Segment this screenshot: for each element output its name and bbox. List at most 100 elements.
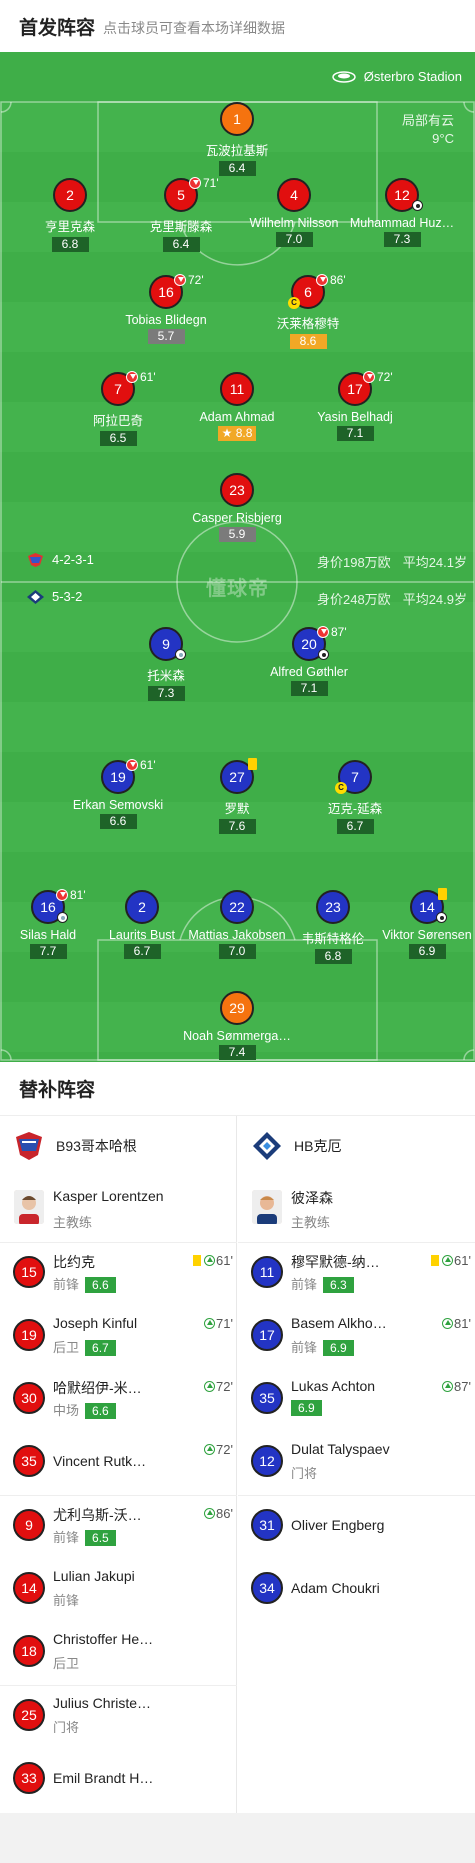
player-rating: 6.8 [51,237,89,252]
bench-player[interactable]: 17 Basem Alkho… 前锋 6.9 81' [238,1306,475,1369]
player-away-9[interactable]: 9 托米森 7.3 [106,627,226,702]
home-team-logo-icon [28,552,43,567]
player-away-27[interactable]: 27 罗默 7.6 [177,760,297,835]
player-away-20[interactable]: 20 Alfred Gøthler 7.1 [249,627,369,697]
sub-time: 72' [216,1379,233,1394]
player-name: 克里斯滕森 [149,220,213,234]
bench-player[interactable]: 12 Dulat Talyspaev 门将 [238,1432,475,1495]
away-team-row[interactable]: HB克厄 [238,1116,475,1176]
away-formation-text: 5-3-2 [52,589,83,604]
sub-marker: 61' [126,758,156,772]
yellow-card-icon [431,1255,440,1266]
player-home-12[interactable]: 12 Muhammad Huz… 7.3 [342,178,462,248]
bench-player[interactable]: 15 比约克 前锋 6.6 61' [0,1243,237,1306]
player-name: Oliver Engberg [291,1517,385,1533]
player-rating: 7.1 [290,681,328,696]
player-home-2[interactable]: 2 亨里克森 6.8 [10,178,130,253]
player-rating: 6.7 [85,1340,116,1356]
player-name: Muhammad Huz… [349,216,455,230]
sub-out-icon [174,274,186,286]
home-coach[interactable]: Kasper Lorentzen 主教练 [0,1176,237,1242]
player-rating: 6.6 [99,814,137,829]
sub-marker: 61' [126,370,156,384]
page-footer [0,1813,475,1863]
sub-marker: 86' [316,273,346,287]
player-rating: 7.3 [383,232,421,247]
away-coach[interactable]: 彼泽森 主教练 [238,1176,475,1242]
player-home-5[interactable]: 5 克里斯滕森 6.4 [121,178,241,253]
jersey-number: 25 [13,1699,45,1731]
player-home-17[interactable]: 17 Yasin Belhadj 7.1 [295,372,415,442]
sub-time: 72' [216,1442,233,1457]
jersey-number: 14 [13,1572,45,1604]
goal-ball-icon [57,912,68,923]
bench-player[interactable]: 11 穆罕默德-纳… 前锋 6.3 61' [238,1243,475,1306]
bench-player[interactable]: 35 Vincent Rutk… 72' [0,1432,237,1495]
bench-player[interactable]: 33 Emil Brandt H… [0,1749,237,1812]
sub-time: 86' [216,1506,233,1521]
bench-player[interactable]: 31 Oliver Engberg [238,1496,475,1559]
bench-player[interactable]: 30 哈默绍伊-米… 中场 6.6 72' [0,1369,237,1432]
away-team-logo-icon [253,1132,281,1160]
weather: 局部有云 9°C [402,112,454,148]
sub-out-icon [189,177,201,189]
player-position: 后卫 [53,1656,80,1671]
bench-player[interactable]: 18 Christoffer He… 后卫 [0,1622,237,1685]
home-team-name: B93哥本哈根 [56,1138,137,1154]
player-away-7[interactable]: 7 迈克-延森 6.7 [295,760,415,835]
sub-time: 61' [454,1253,471,1268]
player-home-7[interactable]: 7 阿拉巴奇 6.5 [58,372,178,447]
jersey-number: 29 [220,991,254,1025]
home-age: 平均24.1岁 [402,555,467,570]
jersey-number: 17 [251,1319,283,1351]
player-position: 前锋 [291,1277,318,1292]
sub-marker: 72' [174,273,204,287]
home-bench: B93哥本哈根 Kasper Lorentzen 主教练 15 比约克 前锋 6.… [0,1116,237,1813]
player-rating: 6.8 [314,949,352,964]
weather-temp: 9°C [432,131,454,146]
bench-player[interactable]: 35 Lukas Achton 6.9 87' [238,1369,475,1432]
player-home-16[interactable]: 16 Tobias Blidegn 5.7 [106,275,226,345]
sub-time: 86' [330,273,346,287]
player-home-1[interactable]: 1 瓦波拉基斯 6.4 [177,102,297,177]
player-home-4[interactable]: 4 Wilhelm Nilsson 7.0 [234,178,354,248]
bench-player[interactable]: 25 Julius Christe… 门将 [0,1686,237,1749]
goal-ball-icon [318,649,329,660]
sub-in-icon [204,1318,216,1329]
player-away-19[interactable]: 19 Erkan Semovski 6.6 [58,760,178,830]
player-away-14[interactable]: 14 Viktor Sørensen 6.9 [367,890,475,960]
bench-player[interactable]: 9 尤利乌斯-沃… 前锋 6.5 86' [0,1496,237,1559]
player-position: 中场 [53,1403,80,1418]
bench-player[interactable]: 34 Adam Choukri [238,1559,475,1622]
sub-in-icon [204,1508,216,1519]
player-rating: 6.6 [85,1403,116,1419]
coach-name: 彼泽森 [291,1190,333,1206]
player-name: 尤利乌斯-沃… [53,1507,142,1523]
player-rating: 7.6 [218,819,256,834]
jersey-number: 12 [251,1445,283,1477]
home-team-row[interactable]: B93哥本哈根 [0,1116,237,1176]
bench-player[interactable]: 19 Joseph Kinful 后卫 6.7 71' [0,1306,237,1369]
player-rating: 6.7 [123,944,161,959]
venue-name: Østerbro Stadion [363,69,462,84]
player-position: 前锋 [53,1530,80,1545]
player-home-11[interactable]: 11 Adam Ahmad ★ 8.8 [177,372,297,442]
sub-in-icon [204,1444,216,1455]
player-name: Dulat Talyspaev [291,1441,390,1457]
player-home-23[interactable]: 23 Casper Risbjerg 5.9 [177,473,297,543]
player-away-29[interactable]: 29 Noah Sømmerga… 7.4 [177,991,297,1061]
player-name: Lukas Achton [291,1378,376,1394]
player-rating: 8.6 [289,334,327,349]
sub-out-icon [56,889,68,901]
bench-title: 替补阵容 [0,1062,475,1116]
player-home-6[interactable]: 6 沃莱格穆特 8.6 [248,275,368,350]
bench-player[interactable]: 14 Lulian Jakupi 前锋 [0,1559,237,1622]
jersey-number: 33 [13,1762,45,1794]
jersey-number: 23 [316,890,350,924]
sub-out-icon [363,371,375,383]
jersey-number: 2 [125,890,159,924]
player-name: Vincent Rutk… [53,1453,147,1469]
player-position: 门将 [53,1720,80,1735]
jersey-number: 22 [220,890,254,924]
jersey-number: 35 [251,1382,283,1414]
